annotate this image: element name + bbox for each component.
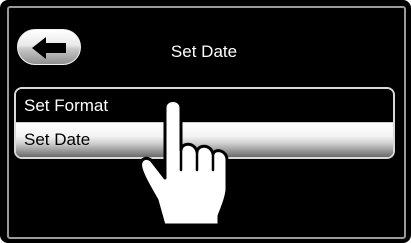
tapping-hand-icon [139,99,229,227]
touch-screen: Set Date Set Format Set Date [7,6,406,239]
left-arrow-icon [32,37,66,59]
device-bezel: Set Date Set Format Set Date [0,0,411,243]
page-title: Set Date [170,42,238,61]
back-button[interactable] [17,29,81,65]
